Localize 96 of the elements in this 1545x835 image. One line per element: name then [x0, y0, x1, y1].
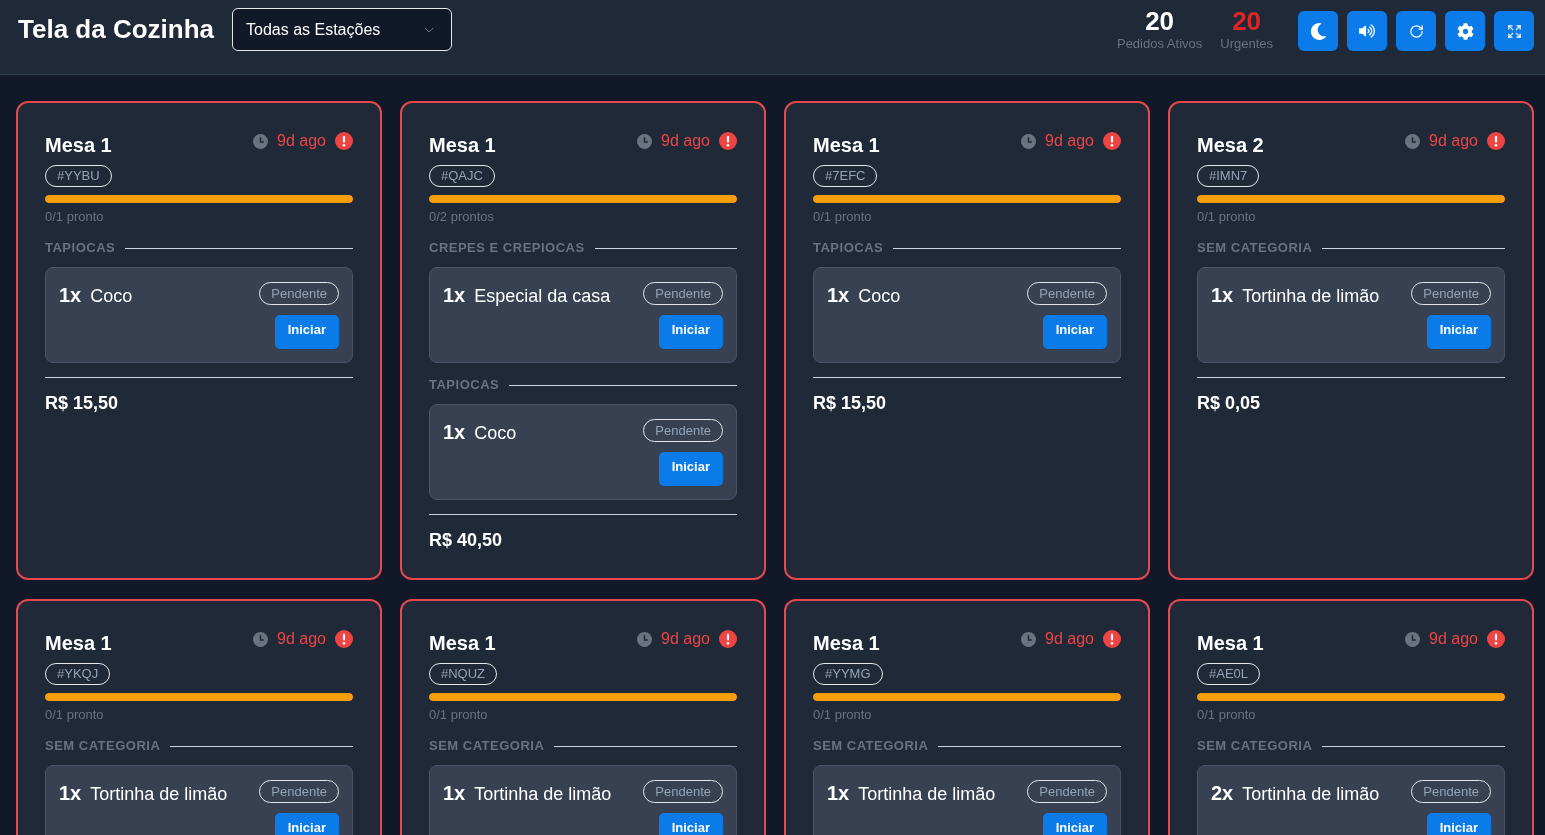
- progress-text: 0/1 pronto: [1197, 707, 1257, 723]
- clock-icon: [637, 631, 653, 647]
- elapsed-time: 9d ago: [661, 132, 710, 150]
- start-button[interactable]: Iniciar: [1042, 813, 1107, 835]
- alert-icon: [719, 132, 737, 150]
- station-select[interactable]: Todas as Estações: [232, 8, 452, 51]
- rotate-arrow-icon: [1408, 23, 1424, 39]
- start-button[interactable]: Iniciar: [1426, 315, 1491, 349]
- table-name: Mesa 2: [1197, 133, 1264, 158]
- item-quantity: 2x: [1211, 782, 1234, 805]
- refresh-button[interactable]: [1396, 11, 1436, 51]
- stat-value: 20: [1232, 6, 1262, 36]
- item-name: Coco: [858, 286, 901, 307]
- start-button[interactable]: Iniciar: [274, 315, 339, 349]
- item-quantity: 1x: [1211, 284, 1234, 307]
- elapsed-time: 9d ago: [277, 630, 326, 648]
- order-total: R$ 0,05: [1197, 392, 1262, 414]
- table-name: Mesa 1: [813, 133, 880, 158]
- progress-text: 0/1 pronto: [45, 707, 105, 723]
- item-name: Tortinha de limão: [474, 784, 612, 805]
- moon-icon: [1309, 22, 1327, 40]
- section-heading: CREPES E CREPIOCAS: [429, 240, 585, 256]
- table-name: Mesa 1: [813, 631, 880, 656]
- progress-text: 0/1 pronto: [813, 209, 873, 225]
- clock-icon: [1021, 133, 1037, 149]
- section-heading: TAPIOCAS: [45, 240, 116, 256]
- item-name: Coco: [474, 423, 517, 444]
- start-button[interactable]: Iniciar: [274, 813, 339, 835]
- alert-icon: [1487, 630, 1505, 648]
- item-quantity: 1x: [59, 284, 82, 307]
- order-total: R$ 40,50: [429, 529, 504, 551]
- elapsed-time: 9d ago: [1429, 132, 1478, 150]
- clock-icon: [253, 133, 269, 149]
- start-button[interactable]: Iniciar: [1042, 315, 1107, 349]
- section-heading: TAPIOCAS: [813, 240, 884, 256]
- section-heading: SEM CATEGORIA: [45, 738, 161, 754]
- clock-icon: [637, 133, 653, 149]
- start-button[interactable]: Iniciar: [1426, 813, 1491, 835]
- table-name: Mesa 1: [429, 631, 496, 656]
- item-name: Tortinha de limão: [90, 784, 228, 805]
- start-button[interactable]: Iniciar: [658, 315, 723, 349]
- alert-icon: [1487, 132, 1505, 150]
- item-name: Tortinha de limão: [858, 784, 996, 805]
- item-quantity: 1x: [443, 421, 466, 444]
- alert-icon: [335, 630, 353, 648]
- section-heading: TAPIOCAS: [429, 377, 500, 393]
- item-quantity: 1x: [443, 782, 466, 805]
- stat-label: Urgentes: [1220, 36, 1273, 52]
- item-quantity: 1x: [443, 284, 466, 307]
- progress-text: 0/1 pronto: [1197, 209, 1257, 225]
- item-name: Tortinha de limão: [1242, 286, 1380, 307]
- table-name: Mesa 1: [1197, 631, 1264, 656]
- stat-value: 20: [1145, 6, 1175, 36]
- clock-icon: [1405, 133, 1421, 149]
- stat-label: Pedidos Ativos: [1116, 36, 1203, 52]
- table-name: Mesa 1: [45, 631, 112, 656]
- clock-icon: [1021, 631, 1037, 647]
- item-name: Tortinha de limão: [1242, 784, 1380, 805]
- alert-icon: [1103, 630, 1121, 648]
- settings-button[interactable]: [1445, 11, 1485, 51]
- section-heading: SEM CATEGORIA: [1197, 240, 1313, 256]
- clock-icon: [1405, 631, 1421, 647]
- page-title: Tela da Cozinha: [18, 14, 214, 45]
- elapsed-time: 9d ago: [1045, 132, 1094, 150]
- progress-text: 0/1 pronto: [813, 707, 873, 723]
- gear-icon: [1456, 22, 1474, 40]
- progress-text: 0/1 pronto: [45, 209, 105, 225]
- item-quantity: 1x: [59, 782, 82, 805]
- elapsed-time: 9d ago: [661, 630, 710, 648]
- order-total: R$ 15,50: [45, 392, 120, 414]
- fullscreen-button[interactable]: [1494, 11, 1534, 51]
- clock-icon: [253, 631, 269, 647]
- item-quantity: 1x: [827, 284, 850, 307]
- alert-icon: [719, 630, 737, 648]
- start-button[interactable]: Iniciar: [658, 813, 723, 835]
- alert-icon: [335, 132, 353, 150]
- alert-icon: [1103, 132, 1121, 150]
- progress-text: 0/2 prontos: [429, 209, 496, 225]
- section-heading: SEM CATEGORIA: [429, 738, 545, 754]
- item-name: Especial da casa: [474, 286, 611, 307]
- speaker-icon: [1359, 23, 1375, 39]
- item-name: Coco: [90, 286, 133, 307]
- section-heading: SEM CATEGORIA: [813, 738, 929, 754]
- table-name: Mesa 1: [45, 133, 112, 158]
- start-button[interactable]: Iniciar: [658, 452, 723, 486]
- elapsed-time: 9d ago: [277, 132, 326, 150]
- section-heading: SEM CATEGORIA: [1197, 738, 1313, 754]
- elapsed-time: 9d ago: [1045, 630, 1094, 648]
- order-total: R$ 15,50: [813, 392, 888, 414]
- elapsed-time: 9d ago: [1429, 630, 1478, 648]
- expand-icon: [1506, 23, 1522, 39]
- dark-mode-button[interactable]: [1298, 11, 1338, 51]
- table-name: Mesa 1: [429, 133, 496, 158]
- item-quantity: 1x: [827, 782, 850, 805]
- progress-text: 0/1 pronto: [429, 707, 489, 723]
- sound-button[interactable]: [1347, 11, 1387, 51]
